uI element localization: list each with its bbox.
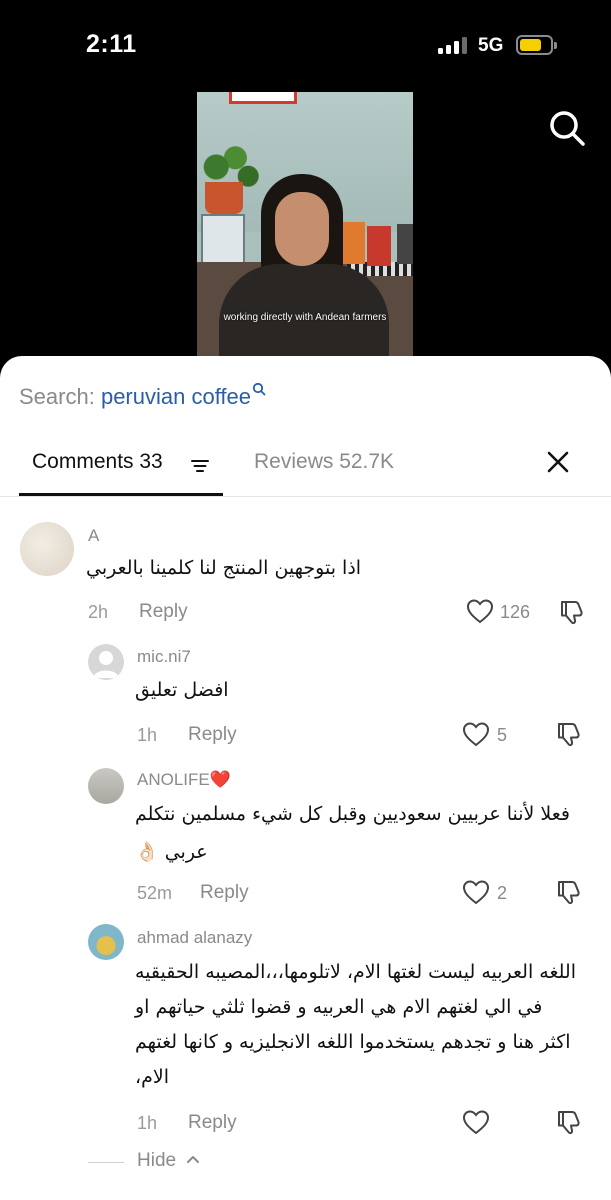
comment-text-line: فعلا لأننا عربيين سعوديين وقبل كل شيء مس… xyxy=(135,803,570,825)
video-player[interactable]: working directly with Andean farmers xyxy=(197,92,413,364)
tab-comments[interactable]: Comments 33 xyxy=(32,450,163,474)
reply-button[interactable]: Reply xyxy=(188,724,237,746)
comment-username[interactable]: ANOLIFE❤️ xyxy=(137,770,231,790)
comment-text-line: اللغه العربيه ليست لغتها الام، لاتلومها،… xyxy=(135,961,576,983)
network-type: 5G xyxy=(478,35,504,56)
video-caption: working directly with Andean farmers xyxy=(223,312,387,323)
tab-reviews[interactable]: Reviews 52.7K xyxy=(254,450,394,474)
comment-time: 1h xyxy=(137,725,158,745)
reply-button[interactable]: Reply xyxy=(200,882,249,904)
comments-sheet: Search: peruvian coffee Comments 33 Revi… xyxy=(0,356,611,1200)
avatar[interactable] xyxy=(88,768,124,804)
active-tab-indicator xyxy=(19,493,223,496)
comment-username[interactable]: A xyxy=(88,526,99,546)
search-suggestion[interactable]: Search: peruvian coffee xyxy=(19,382,266,410)
tab-bar: Comments 33 Reviews 52.7K xyxy=(0,446,611,497)
search-term-icon xyxy=(252,382,266,396)
sort-icon[interactable] xyxy=(191,459,209,473)
dislike-icon[interactable] xyxy=(555,878,583,906)
comment-username[interactable]: ahmad alanazy xyxy=(137,928,252,948)
avatar[interactable] xyxy=(20,522,74,576)
reply-item: ANOLIFE❤️ فعلا لأننا عربيين سعوديين وقبل… xyxy=(0,762,611,912)
avatar[interactable] xyxy=(88,644,124,680)
like-count: 2 xyxy=(497,883,508,903)
dislike-icon[interactable] xyxy=(558,598,586,626)
comment-time: 2h xyxy=(88,602,109,622)
status-time: 2:11 xyxy=(86,30,137,58)
reply-item: ahmad alanazy اللغه العربيه ليست لغتها ا… xyxy=(0,920,611,1140)
divider xyxy=(88,1162,124,1163)
heart-icon[interactable] xyxy=(462,879,490,905)
comment-text-line: اكثر هنا و تجدهم يستخدموا اللغه الانجليز… xyxy=(135,1031,571,1053)
like-count: 5 xyxy=(497,725,508,745)
reply-button[interactable]: Reply xyxy=(188,1112,237,1134)
close-icon[interactable] xyxy=(545,449,571,475)
comment-time: 52m xyxy=(137,883,173,903)
comment-item: A اذا بتوجهين المنتج لنا كلمينا بالعربي … xyxy=(0,516,611,636)
heart-icon[interactable] xyxy=(462,721,490,747)
chevron-up-icon xyxy=(187,1156,199,1163)
comment-text-line: الام، xyxy=(135,1066,170,1088)
comment-text-line: في الي لغتهم الام هي العربيه و قضوا ثلثي… xyxy=(135,996,543,1018)
comment-text: اذا بتوجهين المنتج لنا كلمينا بالعربي xyxy=(86,557,362,579)
search-term[interactable]: peruvian coffee xyxy=(101,384,251,409)
dislike-icon[interactable] xyxy=(555,1108,583,1136)
battery-icon xyxy=(516,35,557,55)
wall-sign xyxy=(229,92,297,104)
dislike-icon[interactable] xyxy=(555,720,583,748)
like-count: 126 xyxy=(500,602,531,622)
status-bar: 2:11 5G xyxy=(0,0,611,90)
comment-username[interactable]: mic.ni7 xyxy=(137,647,191,667)
comment-time: 1h xyxy=(137,1113,158,1133)
comment-text-line: عربي 👌🏻 xyxy=(135,841,208,863)
avatar[interactable] xyxy=(88,924,124,960)
heart-icon[interactable] xyxy=(466,598,494,624)
signal-icon xyxy=(438,37,468,54)
search-icon[interactable] xyxy=(547,108,587,148)
reply-button[interactable]: Reply xyxy=(139,601,188,623)
comment-text: افضل تعليق xyxy=(135,679,229,701)
hide-label[interactable]: Hide xyxy=(137,1150,176,1172)
heart-icon[interactable] xyxy=(462,1109,490,1135)
search-label: Search: xyxy=(19,384,95,409)
reply-item: mic.ni7 افضل تعليق 1h Reply 5 xyxy=(0,640,611,755)
hide-replies-button[interactable]: Hide xyxy=(88,1148,288,1174)
